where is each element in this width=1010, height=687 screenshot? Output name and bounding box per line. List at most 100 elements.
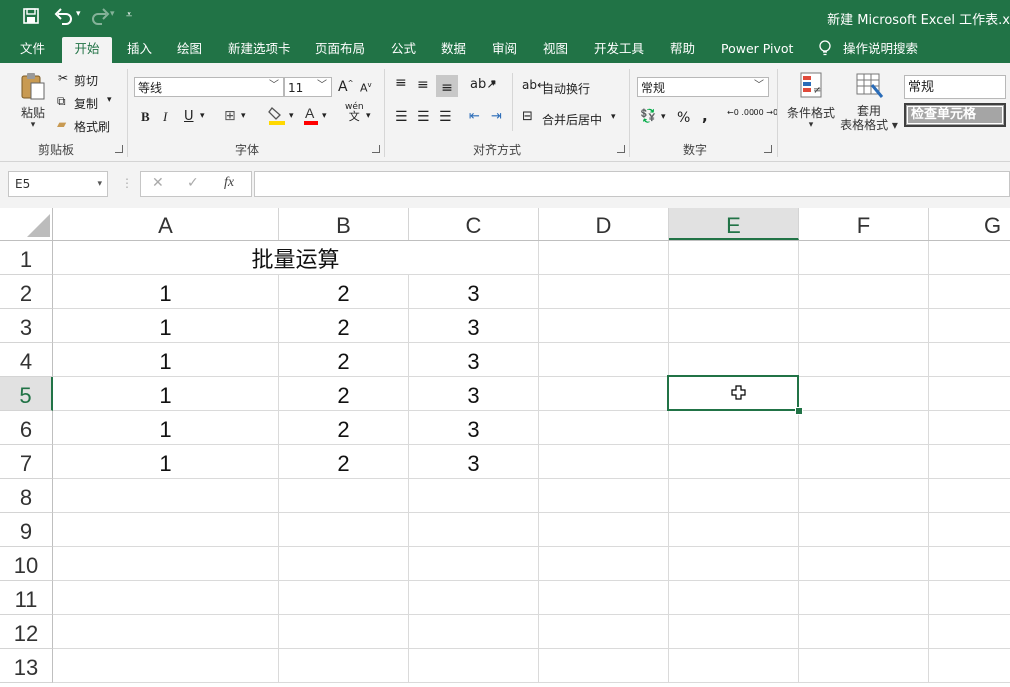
column-header-f[interactable]: F — [799, 208, 929, 240]
column-header-d[interactable]: D — [539, 208, 669, 240]
align-top-icon[interactable]: ≡ — [395, 75, 407, 91]
cell-e7[interactable] — [669, 445, 799, 479]
cell-g7[interactable] — [929, 445, 1010, 479]
column-header-g[interactable]: G — [929, 208, 1010, 240]
increase-decimal-button[interactable]: ←0 .00 — [727, 108, 754, 117]
cell-a11[interactable] — [53, 581, 279, 615]
cell-f6[interactable] — [799, 411, 929, 445]
cell-b11[interactable] — [279, 581, 409, 615]
conditional-format-button[interactable]: ≠ 条件格式 ▾ — [784, 71, 838, 130]
cell-e12[interactable] — [669, 615, 799, 649]
cell-a5[interactable]: 1 — [53, 377, 279, 411]
cell-e2[interactable] — [669, 275, 799, 309]
grow-font-button[interactable]: A^ — [338, 79, 353, 95]
cell-b2[interactable]: 2 — [279, 275, 409, 309]
cell-f7[interactable] — [799, 445, 929, 479]
cell-e1[interactable] — [669, 241, 799, 275]
tab-view[interactable]: 视图 — [543, 37, 568, 63]
align-center-icon[interactable]: ☰ — [417, 109, 430, 125]
align-left-icon[interactable]: ☰ — [395, 109, 408, 125]
tab-data[interactable]: 数据 — [441, 37, 466, 63]
align-middle-icon[interactable]: ≡ — [417, 77, 429, 93]
row-header-10[interactable]: 10 — [0, 547, 53, 581]
cell-g11[interactable] — [929, 581, 1010, 615]
cell-g12[interactable] — [929, 615, 1010, 649]
italic-button[interactable]: I — [163, 109, 167, 125]
cell-c12[interactable] — [409, 615, 539, 649]
cell-a13[interactable] — [53, 649, 279, 683]
cell-a7[interactable]: 1 — [53, 445, 279, 479]
cell-b12[interactable] — [279, 615, 409, 649]
tab-help[interactable]: 帮助 — [670, 37, 695, 63]
tab-formulas[interactable]: 公式 — [391, 37, 416, 63]
border-dropdown-icon[interactable]: ▾ — [241, 111, 246, 121]
style-check-cell[interactable]: 检查单元格 — [904, 103, 1006, 127]
insert-function-icon[interactable]: fx — [224, 175, 234, 191]
cell-d1[interactable] — [539, 241, 669, 275]
cell-c5[interactable]: 3 — [409, 377, 539, 411]
paste-button[interactable]: 粘贴 ▾ — [14, 71, 52, 130]
percent-button[interactable]: % — [677, 110, 690, 126]
cell-g4[interactable] — [929, 343, 1010, 377]
number-format-combo[interactable]: 常规 ﹀ — [637, 77, 769, 97]
cell-f3[interactable] — [799, 309, 929, 343]
align-bottom-icon[interactable]: ≡ — [436, 75, 458, 97]
cell-e8[interactable] — [669, 479, 799, 513]
copy-icon[interactable]: ⧉ — [57, 94, 66, 109]
cell-e11[interactable] — [669, 581, 799, 615]
cell-g6[interactable] — [929, 411, 1010, 445]
decrease-decimal-button[interactable]: .00 →0 — [751, 108, 778, 117]
merged-title-cell-a1[interactable]: 批量运算 — [53, 241, 539, 275]
cell-b9[interactable] — [279, 513, 409, 547]
cell-d3[interactable] — [539, 309, 669, 343]
tab-power-pivot[interactable]: Power Pivot — [721, 37, 793, 63]
fill-color-icon[interactable] — [268, 105, 286, 128]
cell-c2[interactable]: 3 — [409, 275, 539, 309]
wrap-text-button[interactable]: 自动换行 — [542, 80, 590, 97]
cell-c13[interactable] — [409, 649, 539, 683]
cell-e9[interactable] — [669, 513, 799, 547]
row-header-5[interactable]: 5 — [0, 377, 53, 411]
underline-dropdown-icon[interactable]: ▾ — [200, 111, 205, 121]
select-all-button[interactable] — [0, 208, 53, 240]
copy-dropdown-icon[interactable]: ▾ — [107, 95, 112, 105]
align-right-icon[interactable]: ☰ — [439, 109, 452, 125]
cell-c8[interactable] — [409, 479, 539, 513]
font-name-combo[interactable]: 等线 ﹀ — [134, 77, 284, 97]
cell-f1[interactable] — [799, 241, 929, 275]
row-header-12[interactable]: 12 — [0, 615, 53, 649]
column-header-c[interactable]: C — [409, 208, 539, 240]
cell-g2[interactable] — [929, 275, 1010, 309]
underline-button[interactable]: U — [184, 109, 194, 124]
cell-d2[interactable] — [539, 275, 669, 309]
cell-g13[interactable] — [929, 649, 1010, 683]
merge-center-button[interactable]: 合并后居中 — [542, 111, 602, 128]
tab-new[interactable]: 新建选项卡 — [228, 37, 291, 63]
currency-dropdown-icon[interactable]: ▾ — [661, 112, 666, 122]
cell-f13[interactable] — [799, 649, 929, 683]
comma-button[interactable]: , — [702, 107, 708, 125]
cell-g1[interactable] — [929, 241, 1010, 275]
cell-f4[interactable] — [799, 343, 929, 377]
cell-c6[interactable]: 3 — [409, 411, 539, 445]
name-box[interactable]: E5 ▾ — [8, 171, 108, 197]
cell-d8[interactable] — [539, 479, 669, 513]
orientation-dropdown-icon[interactable]: ▾ — [491, 79, 496, 89]
cell-f12[interactable] — [799, 615, 929, 649]
cell-d6[interactable] — [539, 411, 669, 445]
fill-dropdown-icon[interactable]: ▾ — [289, 111, 294, 121]
cell-d13[interactable] — [539, 649, 669, 683]
brush-icon[interactable]: ▰ — [57, 117, 66, 131]
cell-g8[interactable] — [929, 479, 1010, 513]
cell-c10[interactable] — [409, 547, 539, 581]
row-header-3[interactable]: 3 — [0, 309, 53, 343]
cell-c3[interactable]: 3 — [409, 309, 539, 343]
font-size-combo[interactable]: 11 ﹀ — [284, 77, 332, 97]
enter-icon[interactable]: ✓ — [187, 175, 199, 191]
number-launcher-icon[interactable] — [764, 145, 772, 153]
font-launcher-icon[interactable] — [372, 145, 380, 153]
bold-button[interactable]: B — [141, 109, 150, 125]
cell-d7[interactable] — [539, 445, 669, 479]
cell-g5[interactable] — [929, 377, 1010, 411]
row-header-4[interactable]: 4 — [0, 343, 53, 377]
